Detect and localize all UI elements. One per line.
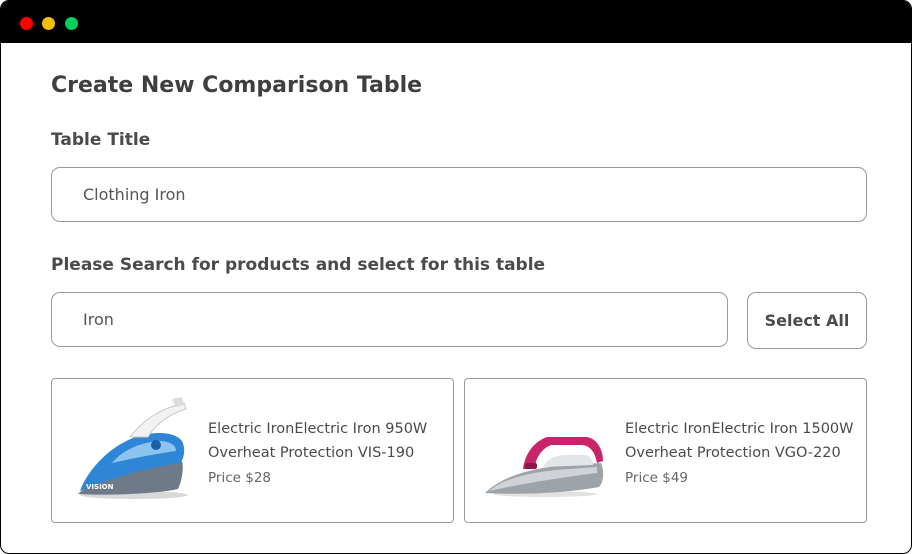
select-all-button[interactable]: Select All <box>747 292 867 349</box>
table-title-input[interactable] <box>51 167 867 222</box>
page-title: Create New Comparison Table <box>51 73 423 98</box>
product-price: Price $28 <box>208 470 271 486</box>
svg-text:VISION: VISION <box>86 483 114 491</box>
product-card[interactable]: Electric IronElectric Iron 1500W Overhea… <box>464 378 867 523</box>
title-bar <box>1 1 911 43</box>
maximize-window-button[interactable] <box>65 17 78 30</box>
product-card[interactable]: VISION Electric IronElectric Iron 950W O… <box>51 378 454 523</box>
product-search-input[interactable] <box>51 292 728 347</box>
product-search-label: Please Search for products and select fo… <box>51 255 546 275</box>
table-title-label: Table Title <box>51 130 151 150</box>
close-window-button[interactable] <box>20 17 33 30</box>
app-window: Create New Comparison Table Table Title … <box>0 0 912 554</box>
blue-steam-iron-icon: VISION <box>72 397 192 502</box>
product-price: Price $49 <box>625 470 688 486</box>
product-name: Electric IronElectric Iron 950W Overheat… <box>208 421 428 461</box>
pink-dry-iron-icon <box>485 397 605 502</box>
product-name: Electric IronElectric Iron 1500W Overhea… <box>625 421 854 461</box>
minimize-window-button[interactable] <box>42 17 55 30</box>
